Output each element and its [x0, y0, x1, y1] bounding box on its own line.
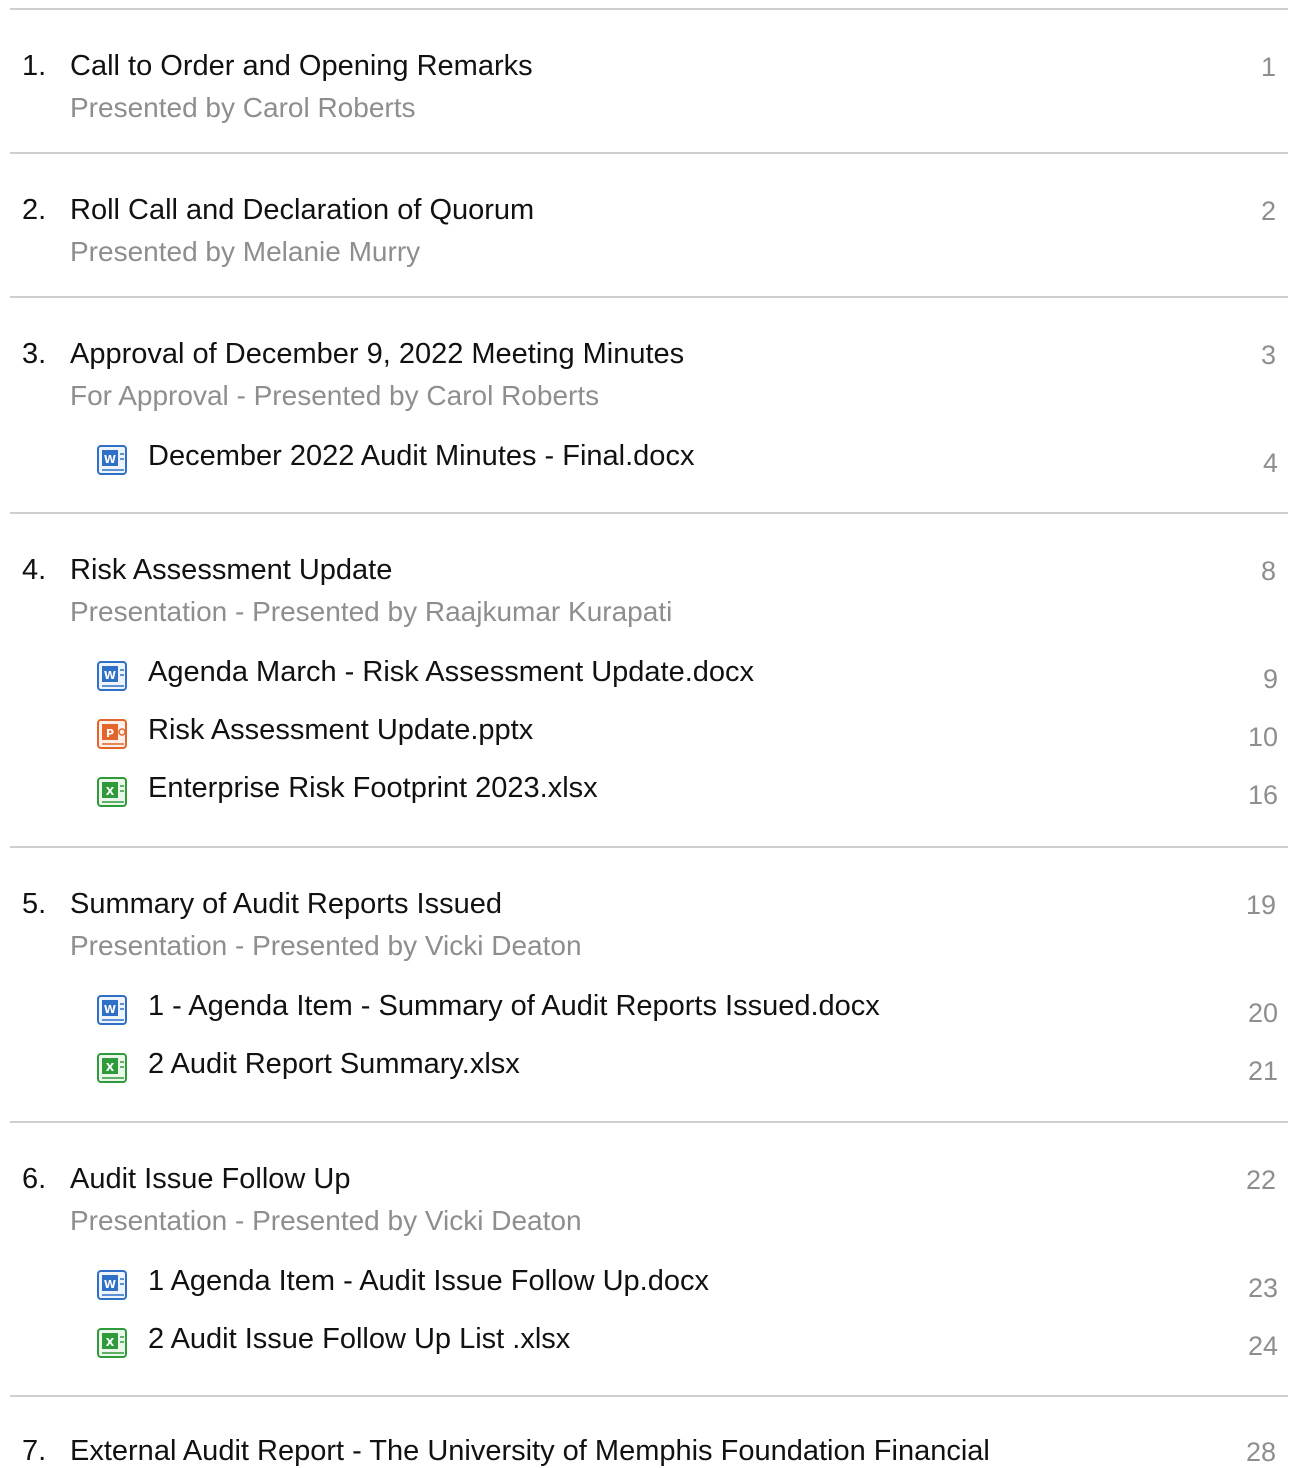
agenda-item-title[interactable]: Roll Call and Declaration of Quorum — [70, 194, 534, 227]
agenda-item-4: 4. Risk Assessment Update Presentation -… — [10, 512, 1288, 848]
attachment-page-number: 4 — [1262, 448, 1278, 478]
agenda-item-presenter: Presented by Melanie Murry — [70, 236, 421, 267]
attachment-page-number: 10 — [1247, 722, 1278, 752]
agenda-item-2: 2. Roll Call and Declaration of Quorum P… — [10, 152, 1288, 298]
word-doc-icon: W — [97, 661, 127, 691]
agenda-item-title[interactable]: Risk Assessment Update — [70, 554, 392, 587]
excel-doc-icon: X — [97, 1328, 127, 1358]
agenda-item-number: 4. — [22, 554, 47, 586]
attachment-filename: 2 Audit Report Summary.xlsx — [148, 1048, 520, 1080]
excel-doc-icon: X — [97, 777, 127, 807]
agenda-item-page-number: 19 — [1245, 890, 1276, 920]
agenda-item-page-number: 1 — [1260, 52, 1276, 82]
attachment-filename: 2 Audit Issue Follow Up List .xlsx — [148, 1323, 571, 1355]
agenda-item-1: 1. Call to Order and Opening Remarks Pre… — [10, 8, 1288, 154]
attachment-page-number: 20 — [1247, 998, 1278, 1028]
svg-text:X: X — [106, 785, 115, 798]
agenda-item-number: 5. — [22, 888, 47, 920]
attachment-item[interactable]: X 2 Audit Issue Follow Up List .xlsx 24 — [96, 1323, 1278, 1363]
agenda-item-presenter: For Approval - Presented by Carol Robert… — [70, 380, 600, 411]
agenda-item-page-number: 22 — [1245, 1165, 1276, 1195]
word-doc-icon: W — [97, 1270, 127, 1300]
attachment-item[interactable]: X 2 Audit Report Summary.xlsx 21 — [96, 1048, 1278, 1088]
agenda-item-presenter: Presentation - Presented by Vicki Deaton — [70, 1205, 582, 1236]
attachment-page-number: 16 — [1247, 780, 1278, 810]
svg-text:W: W — [104, 669, 116, 682]
agenda-item-page-number: 2 — [1260, 196, 1276, 226]
attachment-filename: 1 Agenda Item - Audit Issue Follow Up.do… — [148, 1265, 709, 1297]
word-doc-icon: W — [97, 445, 127, 475]
svg-text:X: X — [106, 1061, 115, 1074]
agenda-item-title[interactable]: Call to Order and Opening Remarks — [70, 50, 533, 83]
agenda-item-page-number: 3 — [1260, 340, 1276, 370]
agenda-item-number: 3. — [22, 338, 47, 370]
svg-text:P: P — [106, 727, 114, 740]
agenda-item-title[interactable]: Summary of Audit Reports Issued — [70, 888, 502, 921]
attachment-filename: Risk Assessment Update.pptx — [148, 714, 534, 746]
agenda-item-5: 5. Summary of Audit Reports Issued Prese… — [10, 846, 1288, 1123]
attachment-page-number: 24 — [1247, 1331, 1278, 1361]
agenda-item-presenter: Presentation - Presented by Raajkumar Ku… — [70, 596, 673, 627]
powerpoint-doc-icon: P — [97, 719, 127, 749]
agenda-item-title[interactable]: External Audit Report - The University o… — [70, 1435, 990, 1468]
agenda-item-title[interactable]: Approval of December 9, 2022 Meeting Min… — [70, 338, 684, 371]
agenda-item-page-number: 8 — [1260, 556, 1276, 586]
attachment-filename: Agenda March - Risk Assessment Update.do… — [148, 656, 755, 688]
attachment-page-number: 23 — [1247, 1273, 1278, 1303]
agenda-item-presenter: Presented by Carol Roberts — [70, 92, 416, 123]
excel-doc-icon: X — [97, 1053, 127, 1083]
agenda-item-6: 6. Audit Issue Follow Up Presentation - … — [10, 1121, 1288, 1397]
agenda-item-number: 7. — [22, 1435, 47, 1467]
attachment-item[interactable]: X Enterprise Risk Footprint 2023.xlsx 16 — [96, 772, 1278, 812]
agenda-item-title[interactable]: Audit Issue Follow Up — [70, 1163, 350, 1196]
attachment-filename: December 2022 Audit Minutes - Final.docx — [148, 440, 695, 472]
agenda-item-presenter: Presentation - Presented by Vicki Deaton — [70, 930, 582, 961]
agenda-item-number: 1. — [22, 50, 47, 82]
attachment-item[interactable]: W 1 - Agenda Item - Summary of Audit Rep… — [96, 990, 1278, 1030]
attachment-item[interactable]: W December 2022 Audit Minutes - Final.do… — [96, 440, 1278, 480]
attachment-item[interactable]: P Risk Assessment Update.pptx 10 — [96, 714, 1278, 754]
svg-text:W: W — [104, 1278, 116, 1291]
agenda-item-number: 6. — [22, 1163, 47, 1195]
agenda-item-number: 2. — [22, 194, 47, 226]
agenda-item-7: 7. External Audit Report - The Universit… — [10, 1395, 1288, 1468]
agenda-item-3: 3. Approval of December 9, 2022 Meeting … — [10, 296, 1288, 514]
agenda-item-page-number: 28 — [1245, 1437, 1276, 1467]
attachment-item[interactable]: W 1 Agenda Item - Audit Issue Follow Up.… — [96, 1265, 1278, 1305]
word-doc-icon: W — [97, 995, 127, 1025]
attachment-page-number: 21 — [1247, 1056, 1278, 1086]
svg-text:W: W — [104, 1003, 116, 1016]
attachment-filename: 1 - Agenda Item - Summary of Audit Repor… — [148, 990, 880, 1022]
svg-text:X: X — [106, 1336, 115, 1349]
svg-text:W: W — [104, 453, 116, 466]
attachment-filename: Enterprise Risk Footprint 2023.xlsx — [148, 772, 598, 804]
attachment-page-number: 9 — [1262, 664, 1278, 694]
attachment-item[interactable]: W Agenda March - Risk Assessment Update.… — [96, 656, 1278, 696]
